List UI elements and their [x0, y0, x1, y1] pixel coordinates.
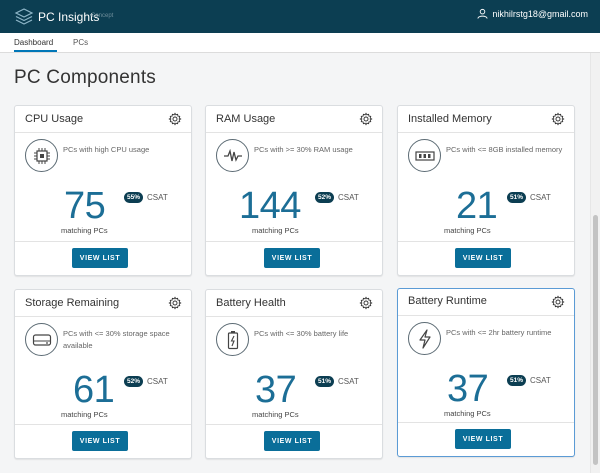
user-icon	[477, 8, 488, 19]
csat-indicator: 52% CSAT	[315, 192, 359, 203]
matching-label: matching PCs	[444, 409, 491, 418]
lightning-bolt-icon	[408, 322, 441, 355]
card-footer: VIEW LIST	[15, 241, 191, 275]
card-header: Storage Remaining	[15, 290, 191, 317]
csat-badge: 55%	[124, 192, 144, 203]
card-title: Installed Memory	[408, 113, 492, 125]
settings-gear-icon[interactable]	[168, 296, 182, 310]
csat-label: CSAT	[530, 193, 551, 202]
csat-label: CSAT	[338, 377, 359, 386]
tab-dashboard[interactable]: Dashboard	[14, 38, 53, 47]
scrollbar-thumb[interactable]	[593, 215, 598, 465]
card-footer: VIEW LIST	[206, 424, 382, 458]
matching-label: matching PCs	[252, 226, 299, 235]
csat-indicator: 51% CSAT	[507, 192, 551, 203]
card-description: PCs with <= 30% battery life	[254, 329, 349, 338]
card-footer: VIEW LIST	[15, 424, 191, 458]
matching-label: matching PCs	[61, 226, 108, 235]
card-cpu-usage: CPU Usage PCs with high CPU usage 75 55%…	[14, 105, 192, 276]
user-menu[interactable]: nikhilrstg18@gmail.com	[477, 8, 588, 19]
card-battery-health: Battery Health PCs with <= 30% battery l…	[205, 289, 383, 459]
top-header: PC Insights Concept nikhilrstg18@gmail.c…	[0, 0, 600, 33]
card-installed-memory: Installed Memory PCs with <= 8GB install…	[397, 105, 575, 276]
card-battery-runtime: Battery Runtime PCs with <= 2hr battery …	[397, 288, 575, 457]
card-title: Battery Runtime	[408, 295, 487, 307]
card-description: PCs with high CPU usage	[63, 145, 150, 154]
ram-activity-icon	[216, 139, 249, 172]
nav-bar: Dashboard PCs	[0, 33, 600, 53]
card-description: PCs with >= 30% RAM usage	[254, 145, 353, 154]
storage-drive-icon	[25, 323, 58, 356]
card-footer: VIEW LIST	[206, 241, 382, 275]
view-list-button[interactable]: VIEW LIST	[72, 248, 128, 268]
card-ram-usage: RAM Usage PCs with >= 30% RAM usage 144 …	[205, 105, 383, 276]
active-tab-indicator	[14, 50, 57, 52]
battery-icon	[216, 323, 249, 356]
matching-label: matching PCs	[61, 410, 108, 419]
matching-count: 21	[456, 185, 498, 227]
view-list-button[interactable]: VIEW LIST	[455, 248, 511, 268]
card-title: RAM Usage	[216, 113, 276, 125]
csat-indicator: 52% CSAT	[124, 376, 168, 387]
app-tag: Concept	[91, 13, 114, 19]
csat-label: CSAT	[147, 377, 168, 386]
csat-badge: 51%	[507, 192, 527, 203]
matching-label: matching PCs	[252, 410, 299, 419]
csat-badge: 52%	[124, 376, 144, 387]
card-header: RAM Usage	[206, 106, 382, 133]
card-title: Battery Health	[216, 297, 286, 309]
csat-indicator: 51% CSAT	[315, 376, 359, 387]
matching-count: 37	[447, 368, 489, 410]
view-list-button[interactable]: VIEW LIST	[72, 431, 128, 451]
matching-count: 37	[255, 369, 297, 411]
page-title: PC Components	[14, 67, 157, 88]
user-email: nikhilrstg18@gmail.com	[492, 8, 588, 19]
view-list-button[interactable]: VIEW LIST	[455, 429, 511, 449]
matching-count: 144	[239, 185, 301, 227]
csat-badge: 51%	[315, 376, 335, 387]
csat-indicator: 51% CSAT	[507, 375, 551, 386]
view-list-button[interactable]: VIEW LIST	[264, 248, 320, 268]
memory-module-icon	[408, 139, 441, 172]
tab-pcs[interactable]: PCs	[73, 38, 88, 47]
card-footer: VIEW LIST	[398, 241, 574, 275]
view-list-button[interactable]: VIEW LIST	[264, 431, 320, 451]
settings-gear-icon[interactable]	[551, 295, 565, 309]
card-header: Battery Runtime	[398, 289, 574, 316]
csat-indicator: 55% CSAT	[124, 192, 168, 203]
matching-count: 61	[73, 369, 115, 411]
app-logo-icon[interactable]	[14, 7, 34, 27]
card-storage-remaining: Storage Remaining PCs with <= 30% storag…	[14, 289, 192, 459]
card-description: PCs with <= 2hr battery runtime	[446, 328, 552, 337]
csat-label: CSAT	[530, 376, 551, 385]
settings-gear-icon[interactable]	[551, 112, 565, 126]
card-title: CPU Usage	[25, 113, 84, 125]
card-header: CPU Usage	[15, 106, 191, 133]
card-header: Battery Health	[206, 290, 382, 317]
cpu-icon	[25, 139, 58, 172]
csat-badge: 51%	[507, 375, 527, 386]
csat-label: CSAT	[147, 193, 168, 202]
card-title: Storage Remaining	[25, 297, 120, 309]
csat-badge: 52%	[315, 192, 335, 203]
matching-label: matching PCs	[444, 226, 491, 235]
matching-count: 75	[64, 185, 106, 227]
card-description: PCs with <= 30% storage space available	[63, 329, 170, 350]
card-header: Installed Memory	[398, 106, 574, 133]
card-footer: VIEW LIST	[398, 422, 574, 456]
settings-gear-icon[interactable]	[168, 112, 182, 126]
csat-label: CSAT	[338, 193, 359, 202]
card-description: PCs with <= 8GB installed memory	[446, 145, 563, 154]
settings-gear-icon[interactable]	[359, 296, 373, 310]
settings-gear-icon[interactable]	[359, 112, 373, 126]
